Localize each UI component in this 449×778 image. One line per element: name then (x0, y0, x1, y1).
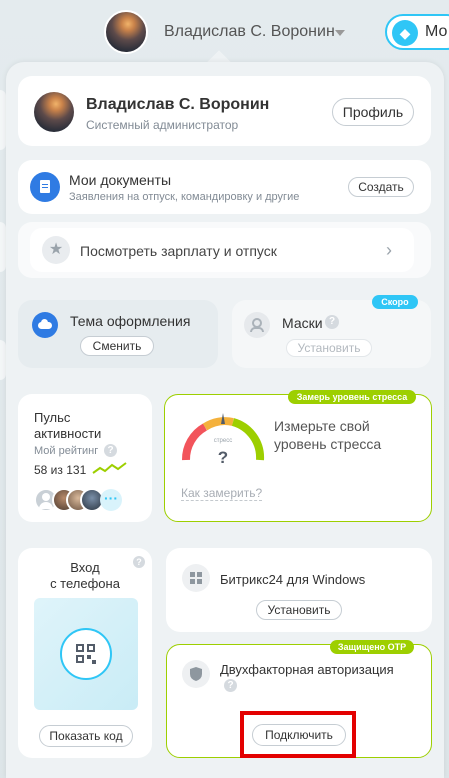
how-to-measure-link[interactable]: Как замерить? (181, 486, 263, 501)
diamond-icon: ◆ (392, 20, 418, 46)
windows-title: Битрикс24 для Windows (220, 572, 366, 587)
twofa-badge: Защищено OTP (330, 640, 414, 654)
help-icon[interactable]: ? (104, 444, 117, 457)
change-theme-button[interactable]: Сменить (80, 336, 154, 356)
profile-position: Системный администратор (86, 118, 239, 132)
phone-login-title-line2: с телефона (50, 576, 120, 591)
install-masks-button[interactable]: Установить (286, 339, 372, 357)
show-code-button[interactable]: Показать код (39, 725, 133, 747)
twofa-title: Двухфакторная авторизация (220, 662, 394, 677)
create-document-button[interactable]: Создать (348, 177, 414, 197)
stress-text-line2: уровень стресса (274, 436, 382, 452)
shield-icon (182, 660, 210, 688)
more-icon[interactable]: ··· (100, 489, 122, 511)
document-icon (30, 172, 60, 202)
connect-twofa-button[interactable]: Подключить (252, 724, 346, 746)
trend-icon (92, 462, 127, 474)
qr-code-icon[interactable] (60, 628, 112, 680)
avatar[interactable] (104, 10, 148, 54)
theme-title: Тема оформления (70, 313, 191, 329)
profile-button[interactable]: Профиль (332, 98, 414, 126)
pulse-rating-value: 58 из 131 (34, 463, 87, 477)
stress-badge: Замерь уровень стресса (288, 390, 416, 404)
star-icon: ★ (42, 236, 70, 264)
masks-title: Маски (282, 315, 323, 331)
pulse-rating-label: Мой рейтинг (34, 445, 99, 457)
salary-label: Посмотреть зарплату и отпуск (80, 243, 277, 259)
help-icon[interactable]: ? (224, 679, 237, 692)
cloud-icon (32, 312, 58, 338)
pulse-title-line1: Пульс (34, 410, 71, 425)
user-menu-name[interactable]: Владислав С. Воронин (164, 23, 335, 41)
chevron-down-icon[interactable] (335, 30, 345, 36)
pulse-title-line2: активности (34, 426, 102, 441)
my-plan-label: Мо (425, 23, 448, 40)
documents-description: Заявления на отпуск, командировку и друг… (69, 191, 300, 203)
documents-title: Мои документы (69, 172, 172, 188)
install-windows-button[interactable]: Установить (256, 600, 342, 620)
stress-text-line1: Измерьте свой (274, 418, 370, 434)
masks-badge: Скоро (372, 295, 418, 309)
phone-login-title-line1: Вход (70, 560, 100, 575)
windows-icon (182, 564, 210, 592)
profile-name: Владислав С. Воронин (86, 96, 270, 113)
chevron-right-icon[interactable]: › (386, 240, 392, 261)
help-icon[interactable]: ? (325, 315, 339, 329)
gauge-label: стресс (213, 438, 233, 444)
mask-icon (244, 312, 270, 338)
avatar[interactable] (34, 92, 74, 132)
gauge-value: ? (217, 448, 229, 467)
